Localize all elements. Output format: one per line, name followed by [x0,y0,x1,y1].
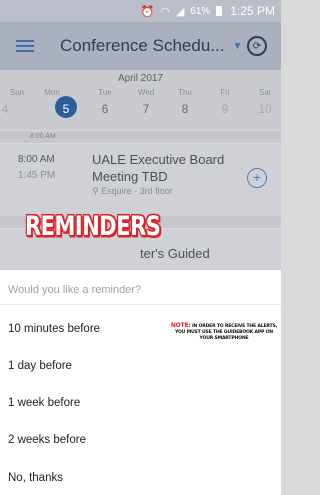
session-item[interactable]: 8:00 AM 1:45 PM UALE Executive Board Mee… [0,144,281,216]
day-cell[interactable]: 7 [131,102,161,116]
session-title-line: Meeting TBD [92,169,168,184]
day-cell[interactable]: 9 [210,102,240,116]
session-start-time: 8:00 AM [18,154,55,165]
sheet-question: Would you like a reminder? [8,284,142,296]
menu-icon[interactable] [16,40,34,52]
note-text: IN ORDER TO RECEIVE THE ALERTS, YOU MUST… [175,324,278,341]
day-cell[interactable]: 8 [170,102,200,116]
signal-icon: ◢ [175,5,185,18]
alarm-icon: ⏰ [140,5,155,18]
month-label: April 2017 [117,73,164,84]
caret-down-icon[interactable]: ▼ [232,41,242,52]
option-1-week[interactable]: 1 week before [8,397,80,409]
day-cell[interactable]: 4 [0,102,20,116]
option-2-weeks[interactable]: 2 weeks before [8,434,86,446]
divider [0,304,281,305]
weekday-label: Fri [220,88,230,97]
app-bar: Conference Schedu... ▼ ⟳ [0,22,281,70]
day-cell-selected[interactable]: 5 [51,102,81,116]
session-location-text: Esquire - 3rd floor [101,186,173,196]
status-time: 1:25 PM [230,4,275,18]
reminder-bottom-sheet: Would you like a reminder? 10 minutes be… [0,270,281,495]
option-1-day[interactable]: 1 day before [8,360,72,372]
battery-icon [216,6,223,16]
day-cell[interactable]: 6 [90,102,120,116]
weekday-label: Wed [137,88,155,97]
option-10-minutes[interactable]: 10 minutes before [8,323,100,335]
session-title-partial: ter's Guided [140,246,210,261]
weekday-label: Tue [98,88,112,97]
weekday-label: Sun [9,88,25,97]
option-no-thanks[interactable]: No, thanks [8,472,63,484]
note-label: NOTE: [170,322,191,329]
guidebook-note: NOTE: IN ORDER TO RECEIVE THE ALERTS, YO… [168,323,280,342]
weekday-label: Sat [258,88,271,97]
wifi-icon: ◠ [160,5,170,18]
add-to-schedule-icon[interactable]: + [247,168,267,188]
day-cell[interactable]: 10 [250,102,280,116]
session-title: UALE Executive Board Meeting TBD [92,151,224,185]
battery-percent: 61% [190,5,211,17]
calendar-strip: April 2017 Sun Mon Tue Wed Thu Fri Sat 4… [0,70,281,130]
session-end-time: 1:45 PM [18,170,56,181]
time-header: 8:00 AM [0,131,281,143]
reminders-heading: REMINDERS [25,211,161,241]
status-bar: ⏰ ◠ ◢ 61% 1:25 PM [0,0,281,22]
session-title-line: UALE Executive Board [92,152,225,167]
weekday-label: Thu [178,88,192,97]
app-title[interactable]: Conference Schedu... [60,36,224,56]
sync-icon[interactable]: ⟳ [247,36,267,56]
location-pin-icon: ⚲ [92,186,99,196]
session-location: ⚲ Esquire - 3rd floor [92,186,173,197]
